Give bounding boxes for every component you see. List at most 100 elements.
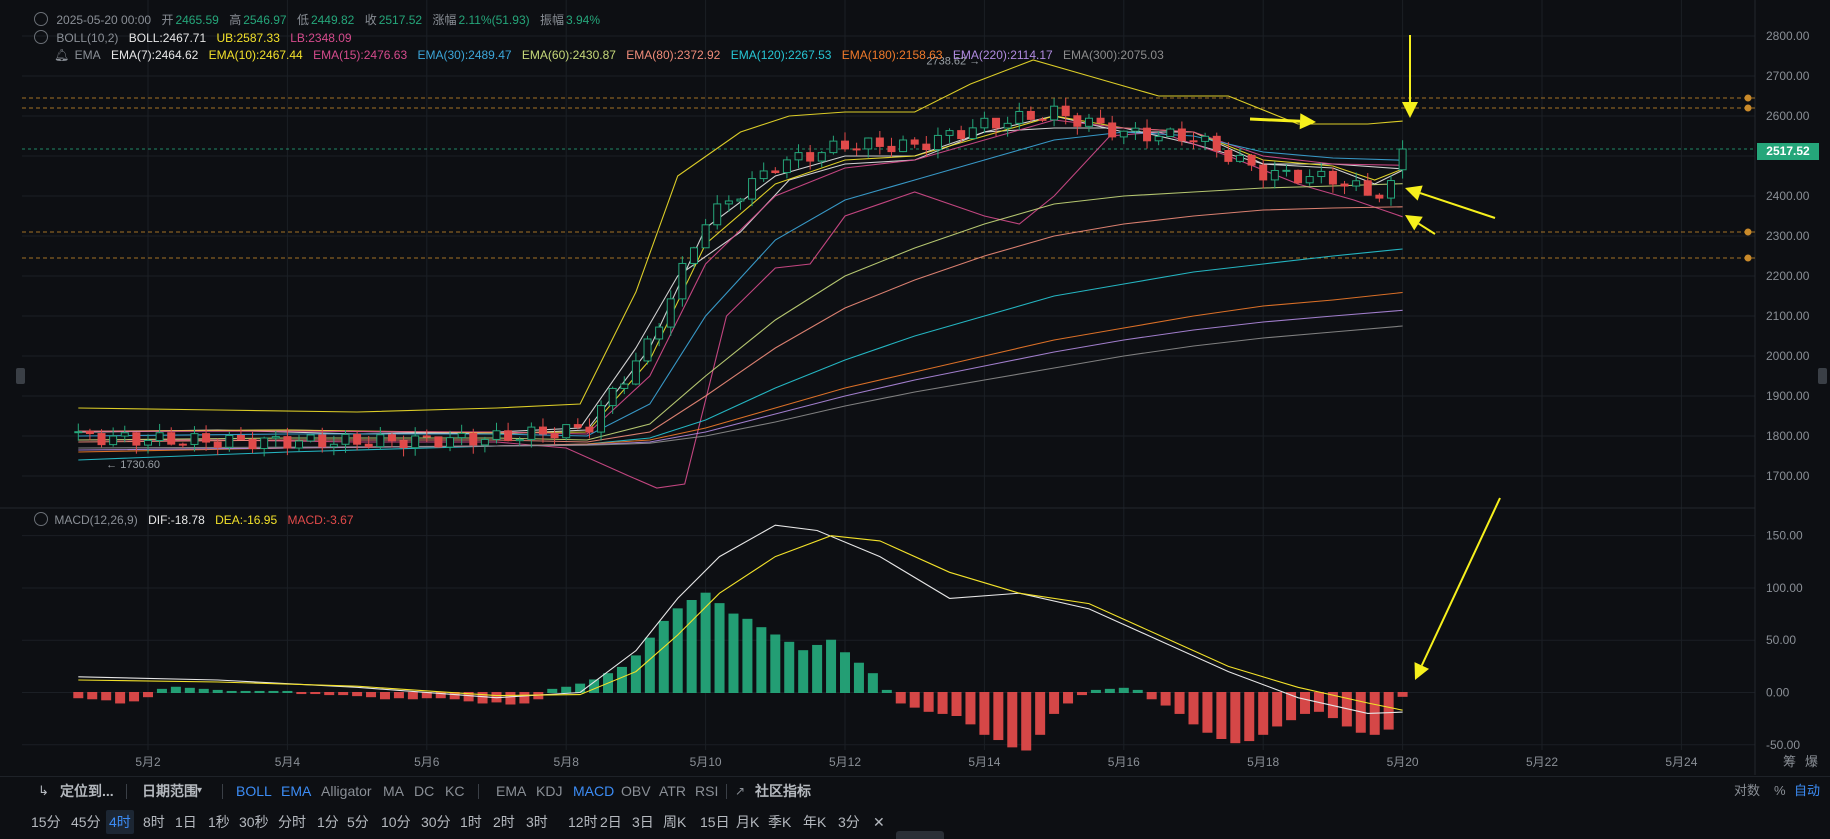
interval-9[interactable]: 5分	[344, 810, 372, 834]
time-tick-label: 5月16	[1108, 755, 1140, 769]
interval-18[interactable]: 周K	[660, 810, 689, 834]
candle-body	[678, 262, 687, 300]
bell-icon[interactable]: 🔔︎	[54, 48, 69, 62]
macd-bar	[979, 692, 990, 735]
indicator-dc[interactable]: DC	[414, 777, 434, 805]
time-tick-label: 5月20	[1387, 755, 1419, 769]
ema-value: EMA(180):2158.63	[841, 48, 943, 62]
collapse-icon[interactable]	[34, 30, 48, 44]
interval-14[interactable]: 3时	[523, 810, 551, 834]
bottom-drawer-handle[interactable]	[896, 831, 944, 839]
high-value: 2546.97	[243, 13, 287, 27]
open-label: 开	[161, 13, 174, 27]
macd-bar	[115, 692, 126, 704]
interval-0[interactable]: 15分	[28, 810, 64, 834]
interval-11[interactable]: 30分	[418, 810, 454, 834]
ema-value: EMA(300):2075.03	[1063, 48, 1164, 62]
log-scale-button[interactable]: 对数	[1734, 777, 1760, 805]
locate-icon[interactable]: ↳	[38, 777, 49, 805]
time-axis: 5月2 5月4 5月6 5月8 5月10 5月12 5月14 5月16 5月18 5月20 5月22…	[135, 754, 1818, 769]
interval-15[interactable]: 12时	[565, 810, 601, 834]
community-icon[interactable]: ↗	[735, 777, 745, 805]
amp-value: 3.94%	[565, 13, 600, 27]
macd-lines	[78, 524, 1403, 714]
indicator-ma[interactable]: MA	[383, 777, 404, 805]
candle-body	[318, 434, 327, 448]
interval-2[interactable]: 4时	[106, 810, 134, 834]
sub-indicator-atr[interactable]: ATR	[659, 777, 686, 805]
price-tick-label: 2700.00	[1766, 69, 1810, 83]
interval-10[interactable]: 10分	[378, 810, 414, 834]
macd-bar	[853, 662, 864, 694]
interval-5[interactable]: 1秒	[205, 810, 233, 834]
interval-6[interactable]: 30秒	[236, 810, 272, 834]
interval-17[interactable]: 3日	[629, 810, 657, 834]
auto-scale-button[interactable]: 自动	[1794, 777, 1820, 805]
macd-bar	[240, 690, 251, 693]
ema-value: EMA(30):2489.47	[417, 48, 512, 62]
ema-name[interactable]: EMA	[75, 48, 101, 62]
interval-20[interactable]: 月K	[733, 810, 762, 834]
macd-bar	[923, 692, 934, 712]
date-range-button[interactable]: 日期范围	[142, 777, 198, 805]
macd-bar	[519, 692, 530, 704]
candle-body	[1050, 105, 1059, 121]
percent-scale-button[interactable]: %	[1774, 777, 1786, 805]
indicator-boll[interactable]: BOLL	[236, 777, 272, 805]
candle-body	[666, 298, 675, 328]
candle-body	[1363, 180, 1372, 196]
macd-value: MACD:-3.67	[287, 513, 354, 527]
interval-21[interactable]: 季K	[765, 810, 794, 834]
macd-tick-label: 100.00	[1766, 581, 1803, 595]
collapse-icon[interactable]	[34, 512, 48, 526]
macd-bar	[407, 692, 418, 700]
candle-body	[887, 145, 896, 153]
community-indicators-button[interactable]: 社区指标	[755, 777, 811, 805]
interval-19[interactable]: 15日	[697, 810, 733, 834]
right-panel-toggle[interactable]	[1818, 368, 1827, 384]
sub-indicator-kdj[interactable]: KDJ	[536, 777, 562, 805]
macd-name[interactable]: MACD(12,26,9)	[54, 513, 137, 527]
chevron-down-icon[interactable]: ▾	[197, 777, 202, 805]
interval-13[interactable]: 2时	[490, 810, 518, 834]
interval-8[interactable]: 1分	[314, 810, 342, 834]
interval-16[interactable]: 2日	[597, 810, 625, 834]
interval-1[interactable]: 45分	[68, 810, 104, 834]
candle-body	[306, 434, 315, 442]
indicator-kc[interactable]: KC	[445, 777, 464, 805]
interval-12[interactable]: 1时	[457, 810, 485, 834]
candle-body	[1015, 110, 1024, 124]
sub-indicator-obv[interactable]: OBV	[621, 777, 651, 805]
locate-button[interactable]: 定位到...	[60, 777, 114, 805]
candle-body	[724, 200, 733, 205]
candle-body	[1386, 180, 1395, 199]
candle-body	[922, 143, 931, 151]
candle-body	[1270, 169, 1279, 181]
interval-7[interactable]: 分时	[275, 810, 309, 834]
left-panel-toggle[interactable]	[16, 368, 25, 384]
price-tick-label: 2400.00	[1766, 189, 1810, 203]
sub-indicator-macd[interactable]: MACD	[573, 777, 614, 805]
indicator-ema[interactable]: EMA	[281, 777, 311, 805]
collapse-icon[interactable]	[34, 12, 48, 26]
indicator-alligator[interactable]: Alligator	[321, 777, 372, 805]
interval-22[interactable]: 年K	[800, 810, 829, 834]
interval-3[interactable]: 8时	[140, 810, 168, 834]
macd-bar	[268, 690, 279, 693]
sub-indicator-ema[interactable]: EMA	[496, 777, 526, 805]
macd-bar	[156, 688, 167, 694]
interval-23[interactable]: 3分	[835, 810, 863, 834]
macd-bar	[644, 637, 655, 693]
macd-bar	[1244, 692, 1255, 742]
candle-body	[852, 148, 861, 151]
chart-canvas[interactable]: 1700.00 1800.00 1900.00 2000.00 2100.00 2200.…	[0, 0, 1830, 775]
boll-name[interactable]: BOLL(10,2)	[56, 31, 118, 45]
ema-value: EMA(120):2267.53	[730, 48, 832, 62]
candle-body	[1154, 135, 1163, 142]
macd-bar	[73, 692, 84, 699]
candle-body	[1328, 170, 1337, 185]
sub-indicator-rsi[interactable]: RSI	[695, 777, 718, 805]
close-icon[interactable]: ✕	[870, 810, 888, 834]
interval-4[interactable]: 1日	[172, 810, 200, 834]
boll-ub: UB:2587.33	[216, 31, 280, 45]
